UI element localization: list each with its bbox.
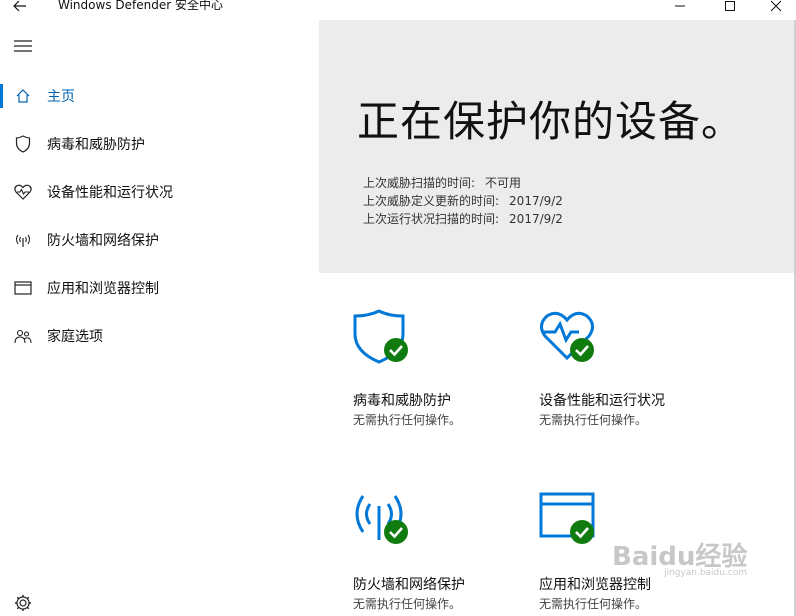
sidebar-item-virus-protection[interactable]: 病毒和威胁防护 bbox=[0, 124, 318, 164]
tile-title: 防火墙和网络保护 bbox=[353, 577, 465, 593]
sidebar-item-family[interactable]: 家庭选项 bbox=[0, 316, 318, 356]
sidebar-item-firewall[interactable]: 防火墙和网络保护 bbox=[0, 220, 318, 260]
back-arrow-icon[interactable] bbox=[10, 0, 30, 16]
scan-info-row: 上次威胁扫描的时间: 不可用 bbox=[363, 174, 521, 191]
browser-check-icon bbox=[539, 492, 599, 552]
tile-title: 设备性能和运行状况 bbox=[539, 393, 665, 409]
scan-info-value: 2017/9/2 bbox=[509, 194, 563, 208]
watermark-url: jingyan.baidu.com bbox=[664, 568, 748, 578]
minimize-icon[interactable] bbox=[668, 0, 692, 18]
sidebar-item-label: 主页 bbox=[47, 89, 75, 105]
status-header: 正在保护你的设备。 上次威胁扫描的时间: 不可用 上次威胁定义更新的时间: 2017… bbox=[319, 20, 796, 273]
browser-window-icon bbox=[14, 279, 32, 297]
shield-check-icon bbox=[353, 308, 413, 368]
antenna-check-icon bbox=[353, 492, 413, 552]
hamburger-icon[interactable] bbox=[14, 38, 32, 52]
tile-title: 病毒和威胁防护 bbox=[353, 393, 451, 409]
maximize-icon[interactable] bbox=[718, 0, 742, 18]
sidebar-item-device-health[interactable]: 设备性能和运行状况 bbox=[0, 172, 318, 212]
wireless-antenna-icon bbox=[14, 231, 32, 249]
page-title: 正在保护你的设备。 bbox=[357, 97, 745, 146]
tile-status: 无需执行任何操作。 bbox=[353, 413, 462, 427]
sidebar-item-home[interactable]: 主页 bbox=[0, 76, 318, 116]
window-title: Windows Defender 安全中心 bbox=[58, 0, 223, 12]
sidebar: 主页 病毒和威胁防护 设备性能和运行状况 防火墙和网络保护 应用和浏览器控制 家… bbox=[0, 20, 318, 616]
sidebar-item-label: 病毒和威胁防护 bbox=[47, 137, 145, 153]
tile-status: 无需执行任何操作。 bbox=[539, 597, 648, 611]
sidebar-item-label: 防火墙和网络保护 bbox=[47, 233, 159, 249]
title-bar: Windows Defender 安全中心 bbox=[0, 0, 796, 20]
gear-icon[interactable] bbox=[14, 594, 32, 612]
close-icon[interactable] bbox=[764, 0, 788, 18]
scan-info-label: 上次威胁定义更新的时间: bbox=[363, 194, 500, 208]
sidebar-item-label: 家庭选项 bbox=[47, 329, 103, 345]
sidebar-item-app-browser[interactable]: 应用和浏览器控制 bbox=[0, 268, 318, 308]
scan-info-label: 上次运行状况扫描的时间: bbox=[363, 212, 500, 226]
sidebar-item-label: 应用和浏览器控制 bbox=[47, 281, 159, 297]
scan-info-row: 上次威胁定义更新的时间: 2017/9/2 bbox=[363, 192, 563, 209]
baidu-watermark: Baidu经验 jingyan.baidu.com bbox=[612, 536, 792, 580]
scan-info-row: 上次运行状况扫描的时间: 2017/9/2 bbox=[363, 210, 563, 227]
scan-info-label: 上次威胁扫描的时间: bbox=[363, 176, 476, 190]
tile-status: 无需执行任何操作。 bbox=[353, 597, 462, 611]
home-icon bbox=[14, 87, 32, 105]
tile-status: 无需执行任何操作。 bbox=[539, 413, 648, 427]
heart-pulse-icon bbox=[14, 183, 32, 201]
family-icon bbox=[14, 327, 32, 345]
scan-info-value: 2017/9/2 bbox=[509, 212, 563, 226]
sidebar-item-label: 设备性能和运行状况 bbox=[47, 185, 173, 201]
heart-pulse-check-icon bbox=[539, 308, 599, 368]
shield-icon bbox=[14, 135, 32, 153]
scan-info-value: 不可用 bbox=[485, 176, 522, 190]
